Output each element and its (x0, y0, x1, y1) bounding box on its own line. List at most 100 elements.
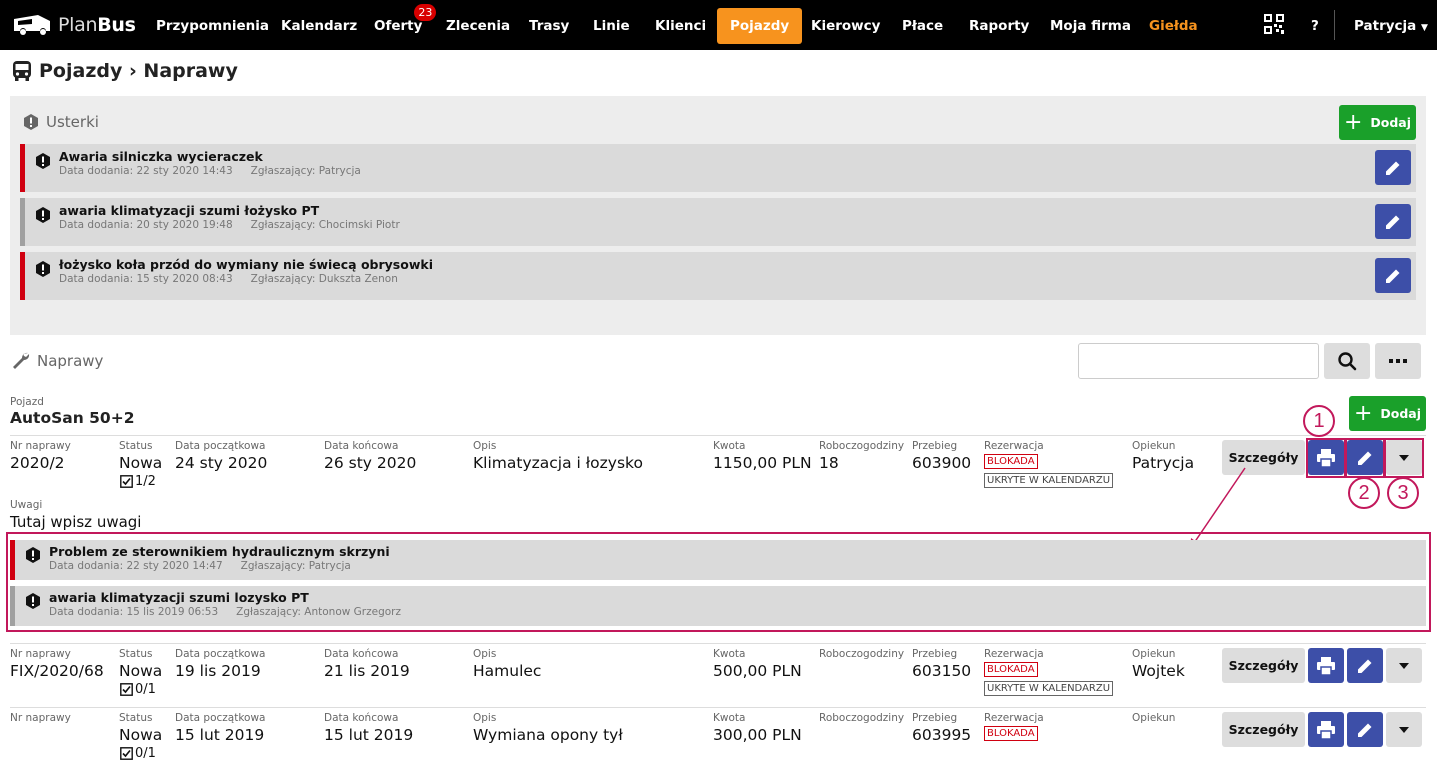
checklist-progress[interactable]: 0/1 (120, 746, 156, 761)
desc-label: Opis (473, 712, 497, 724)
mileage-label: Przebieg (912, 648, 958, 660)
amount-label: Kwota (713, 648, 746, 660)
repairs-title: Naprawy (37, 352, 104, 370)
nav-vehicles[interactable]: Pojazdy (717, 8, 803, 44)
defect-reporter: Zgłaszający: Patrycja (250, 165, 361, 177)
pencil-icon (1386, 269, 1400, 283)
defects-title: Usterki (46, 113, 99, 131)
repair-description: Hamulec (473, 662, 542, 680)
help-link[interactable]: ? (1311, 8, 1319, 44)
wrench-icon (13, 352, 30, 369)
details-button[interactable]: Szczegóły (1222, 648, 1305, 683)
notes-label: Uwagi (10, 499, 43, 511)
callout-box-edit (1345, 438, 1385, 478)
add-repair-button[interactable]: + Dodaj (1349, 396, 1426, 431)
actions-dropdown-button[interactable] (1386, 648, 1422, 683)
qr-code-icon[interactable] (1264, 14, 1284, 38)
nav-reports[interactable]: Raporty (969, 8, 1029, 44)
print-button[interactable] (1308, 648, 1344, 683)
repair-amount: 300,00 PLN (713, 726, 802, 744)
repair-number: FIX/2020/68 (10, 662, 104, 680)
start-date: 15 lut 2019 (175, 726, 265, 744)
checklist-progress[interactable]: 1/2 (120, 474, 156, 489)
top-navbar: PlanBus Przypomnienia Kalendarz Oferty 23… (0, 0, 1437, 50)
linked-defect-item: awaria klimatyzacji szumi lozysko PT Dat… (10, 586, 1426, 626)
defect-meta: Data dodania: 20 sty 2020 19:48 Zgłaszają… (59, 219, 400, 231)
block-tag: BLOKADA (984, 454, 1038, 469)
actions-dropdown-button[interactable] (1386, 712, 1422, 747)
defect-meta: Data dodania: 15 sty 2020 08:43 Zgłaszają… (59, 273, 398, 285)
start-label: Data początkowa (175, 440, 266, 452)
repairs-search-input[interactable] (1078, 343, 1319, 379)
edit-defect-button[interactable] (1375, 258, 1411, 293)
nav-offers[interactable]: Oferty 23 (374, 4, 437, 44)
alert-icon (36, 261, 50, 277)
add-defect-button[interactable]: + Dodaj (1339, 105, 1416, 140)
repair-number: 2020/2 (10, 454, 65, 472)
nav-lines[interactable]: Linie (593, 8, 630, 44)
hidden-in-calendar-tag: UKRYTE W KALENDARZU (984, 473, 1114, 488)
nav-drivers[interactable]: Kierowcy (811, 8, 880, 44)
search-button[interactable] (1324, 343, 1370, 379)
desc-label: Opis (473, 440, 497, 452)
keeper-label: Opiekun (1132, 440, 1176, 452)
page-title: Pojazdy › Naprawy (12, 60, 238, 82)
checklist-count: 1/2 (135, 474, 156, 489)
more-options-button[interactable] (1375, 343, 1421, 379)
print-button[interactable] (1308, 712, 1344, 747)
edit-defect-button[interactable] (1375, 204, 1411, 239)
end-label: Data końcowa (324, 440, 399, 452)
mileage-label: Przebieg (912, 712, 958, 724)
row-divider (10, 707, 1426, 708)
keeper-label: Opiekun (1132, 648, 1176, 660)
edit-repair-button[interactable] (1347, 712, 1383, 747)
defect-date: Data dodania: 15 lis 2019 06:53 (49, 606, 219, 618)
nav-clients[interactable]: Klienci (655, 8, 706, 44)
plus-icon: + (1343, 109, 1363, 135)
brand-name: PlanBus (58, 14, 136, 36)
add-defect-label: Dodaj (1370, 115, 1412, 130)
nav-divider (1334, 10, 1335, 40)
repair-mileage: 603900 (912, 454, 972, 472)
nav-orders[interactable]: Zlecenia (446, 8, 510, 44)
details-button[interactable]: Szczegóły (1222, 712, 1305, 747)
defect-reporter: Zgłaszający: Patrycja (240, 560, 351, 572)
planbus-logo[interactable]: PlanBus (12, 13, 136, 37)
defect-item: łożysko koła przód do wymiany nie świecą… (20, 252, 1416, 300)
pencil-icon (1358, 659, 1372, 673)
nav-reminders[interactable]: Przypomnienia (156, 8, 269, 44)
user-menu[interactable]: Patrycja ▼ (1354, 8, 1428, 44)
nav-my-company[interactable]: Moja firma (1050, 8, 1131, 44)
pencil-icon (1386, 215, 1400, 229)
search-icon (1338, 352, 1357, 371)
brand-bus: Bus (97, 14, 136, 36)
defect-title: awaria klimatyzacji szumi łożysko PT (59, 203, 320, 218)
end-date: 21 lis 2019 (324, 662, 410, 680)
hours-label: Roboczogodziny (819, 648, 905, 660)
edit-defect-button[interactable] (1375, 150, 1411, 185)
mileage-label: Przebieg (912, 440, 958, 452)
nav-calendar[interactable]: Kalendarz (281, 8, 357, 44)
desc-label: Opis (473, 648, 497, 660)
start-label: Data początkowa (175, 712, 266, 724)
checkbox-icon (120, 683, 133, 696)
repair-description: Klimatyzacja i łozysko (473, 454, 643, 472)
nav-offers-label: Oferty (374, 18, 423, 34)
printer-icon (1317, 720, 1335, 739)
nav-payroll[interactable]: Płace (902, 8, 943, 44)
nav-routes[interactable]: Trasy (529, 8, 569, 44)
status-label: Status (119, 440, 153, 452)
repair-notes: Tutaj wpisz uwagi (10, 513, 142, 531)
defect-date: Data dodania: 22 sty 2020 14:43 (59, 165, 233, 177)
nav-exchange[interactable]: Giełda (1149, 8, 1198, 44)
edit-repair-button[interactable] (1347, 648, 1383, 683)
checklist-progress[interactable]: 0/1 (120, 682, 156, 697)
defect-reporter: Zgłaszający: Antonow Grzegorz (236, 606, 402, 618)
defect-meta: Data dodania: 22 sty 2020 14:43 Zgłaszają… (59, 165, 361, 177)
pencil-icon (1358, 723, 1372, 737)
nr-label: Nr naprawy (10, 712, 71, 724)
caret-down-icon: ▼ (1421, 23, 1428, 33)
page-title-text: Pojazdy › Naprawy (39, 60, 238, 82)
caret-down-icon (1399, 662, 1409, 669)
callout-number-2: 2 (1348, 477, 1380, 509)
